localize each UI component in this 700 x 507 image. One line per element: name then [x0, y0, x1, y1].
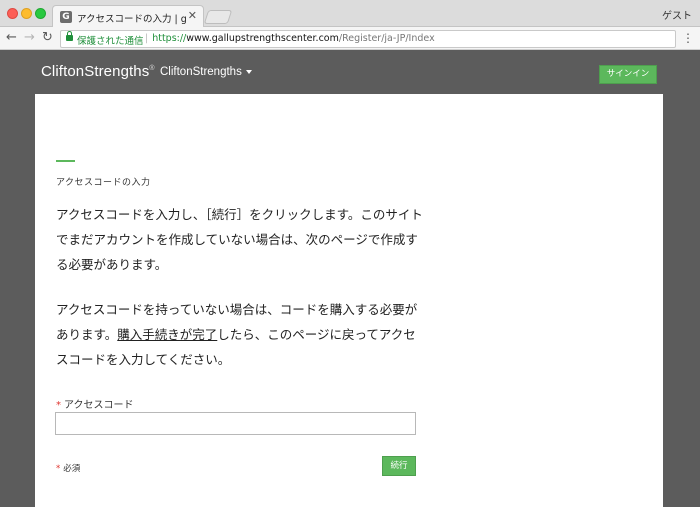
purchase-paragraph: アクセスコードを持っていない場合は、コードを購入する必要があります。購入手続きが…: [56, 297, 426, 372]
gallup-favicon-icon: G: [60, 11, 72, 23]
cliftonstrengths-logo[interactable]: CliftonStrengths®: [41, 63, 155, 80]
forward-arrow-icon[interactable]: →: [24, 30, 35, 46]
required-asterisk: *: [56, 400, 61, 411]
profile-label[interactable]: ゲスト: [662, 7, 692, 22]
lock-icon: [66, 31, 73, 41]
address-bar[interactable]: 保護された通信 | https://www.gallupstrengthscent…: [60, 30, 676, 48]
site-header: CliftonStrengths® CliftonStrengths: [0, 51, 700, 93]
instruction-paragraph: アクセスコードを入力し、［続行］をクリックします。このサイトでまだアカウントを作…: [56, 207, 423, 272]
zoom-window-button[interactable]: [35, 8, 46, 19]
continue-button[interactable]: 続行: [382, 456, 416, 476]
required-note: * 必須: [56, 462, 80, 474]
back-arrow-icon[interactable]: ←: [6, 30, 17, 46]
logo-registered-mark: ®: [149, 65, 155, 72]
close-tab-icon[interactable]: ✕: [188, 9, 197, 22]
url-host: www.gallupstrengthscenter.com: [186, 33, 339, 44]
url-path: /Register/ja-JP/Index: [338, 33, 435, 44]
secure-connection-label: 保護された通信: [77, 36, 144, 47]
reload-icon[interactable]: ↻: [42, 30, 53, 46]
brand-nav-label: CliftonStrengths: [160, 66, 242, 78]
new-tab-button[interactable]: [203, 10, 233, 24]
required-asterisk: *: [56, 464, 61, 474]
tab-title: アクセスコードの入力 | gallupstr: [77, 14, 187, 25]
logo-text: CliftonStrengths: [41, 63, 150, 80]
menu-dots-icon[interactable]: ⋮: [682, 31, 694, 45]
signin-button[interactable]: サインイン: [599, 65, 657, 84]
url-scheme: https://: [152, 33, 187, 44]
access-code-label: * アクセスコード: [56, 396, 134, 411]
purchase-complete-link[interactable]: 購入手続きが完了: [117, 327, 217, 342]
browser-tab-bar: G アクセスコードの入力 | gallupstr ✕ ゲスト: [0, 0, 700, 28]
brand-nav-dropdown[interactable]: CliftonStrengths: [160, 66, 252, 78]
access-code-input[interactable]: [55, 412, 416, 435]
browser-toolbar: ← → ↻ 保護された通信 | https://www.gallupstrengt…: [0, 27, 700, 50]
accent-divider: [56, 160, 75, 162]
section-label: アクセスコードの入力: [56, 178, 151, 188]
access-code-label-text: アクセスコード: [64, 400, 134, 411]
minimize-window-button[interactable]: [21, 8, 32, 19]
chevron-down-icon: [245, 69, 252, 74]
content-card: アクセスコードの入力 アクセスコードを入力し、［続行］をクリックします。このサイ…: [35, 94, 663, 507]
url-text[interactable]: | https://www.gallupstrengthscenter.com/R…: [145, 33, 435, 44]
browser-tab[interactable]: G アクセスコードの入力 | gallupstr ✕: [52, 5, 204, 28]
required-note-text: 必須: [63, 464, 81, 474]
close-window-button[interactable]: [7, 8, 18, 19]
